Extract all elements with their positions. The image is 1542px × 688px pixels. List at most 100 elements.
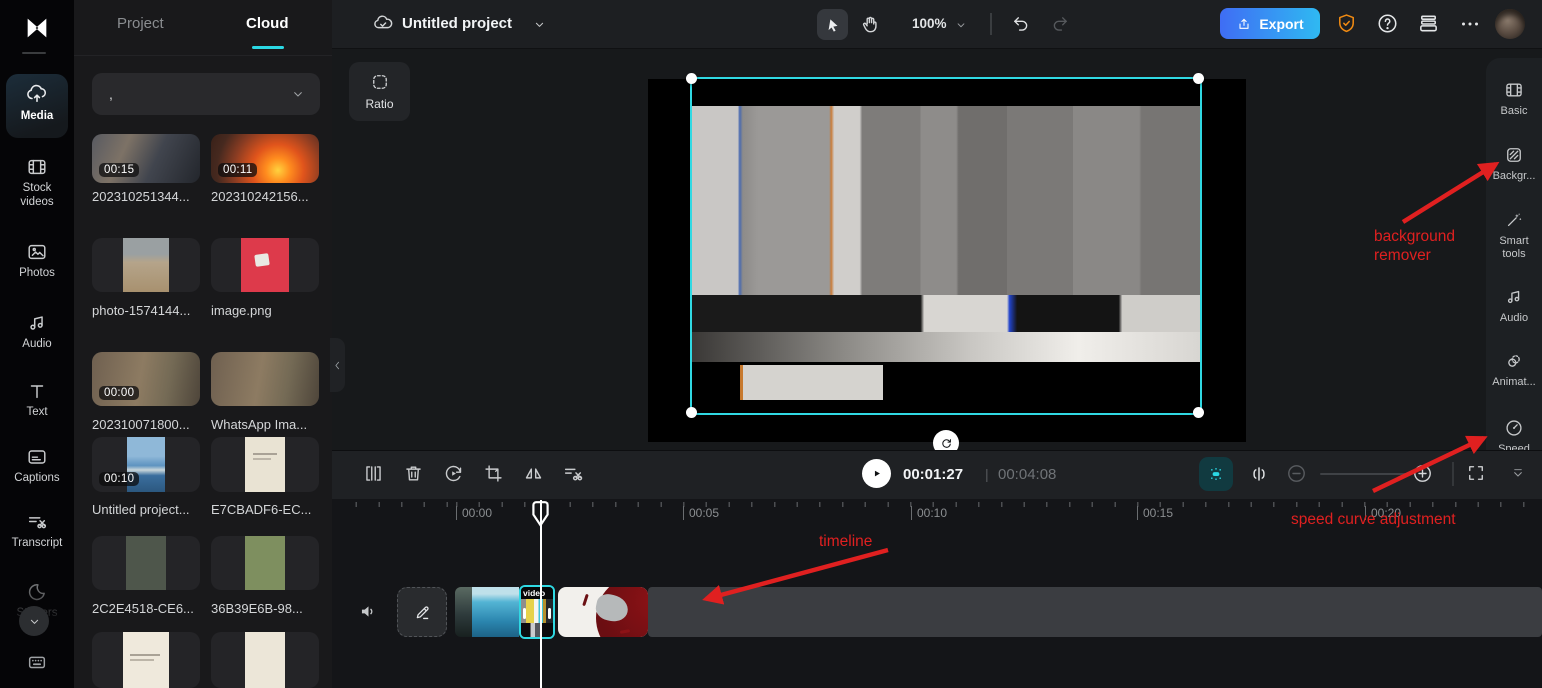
media-item-thumbnail[interactable]: 00:10 [92,437,200,492]
ruler-label: 00:15 [1137,506,1173,520]
project-title[interactable]: Untitled project [402,15,512,32]
thumbnail-image [123,238,169,292]
empty-track[interactable] [648,587,1542,637]
reverse-button[interactable] [443,463,464,484]
ruler-label: 00:00 [456,506,492,520]
sidebar-item-label: Text [26,406,48,418]
crop-icon [485,465,502,482]
thumbnail-image [126,536,166,590]
auto-arrange-toggle[interactable] [1199,457,1233,491]
playhead-marker[interactable] [532,501,549,527]
snap-button[interactable] [1248,463,1270,485]
thumbnail-image [241,238,289,292]
zoom-in-button[interactable] [1412,463,1433,484]
trim-handle-left[interactable] [523,608,526,619]
media-item-thumbnail[interactable] [92,536,200,590]
crop-button[interactable] [483,463,504,484]
media-item-thumbnail[interactable] [211,437,319,492]
chevron-down-icon[interactable] [532,17,547,32]
safety-shield-icon[interactable] [1335,12,1358,35]
selection-handle-tr[interactable] [1193,73,1204,84]
selection-box[interactable] [690,77,1202,415]
media-item-name: 202310071800... [92,417,190,432]
sidebar-item-transcript[interactable]: Transcript [0,511,74,551]
tab-cloud[interactable]: Cloud [246,15,289,32]
media-item-thumbnail[interactable] [211,352,319,406]
panel-divider [74,55,332,56]
media-item-thumbnail[interactable] [211,632,319,688]
timeline-zoom-slider[interactable] [1320,473,1408,475]
redo-button[interactable] [1050,13,1071,34]
split-button[interactable] [363,463,384,484]
clip-mountain[interactable] [455,587,472,637]
tool-smart-tools[interactable]: Smart tools [1486,210,1542,261]
selection-handle-br[interactable] [1193,407,1204,418]
tool-label: Audio [1499,312,1529,324]
cloud-space-dropdown[interactable]: , [92,73,320,115]
zoom-level[interactable]: 100% [912,16,947,31]
media-item-name: E7CBADF6-EC... [211,502,312,517]
dropdown-value: , [109,86,113,102]
workspace-drawer-icon[interactable] [1417,12,1440,35]
media-item-thumbnail[interactable] [92,238,200,292]
media-item-thumbnail[interactable] [211,238,319,292]
media-item-thumbnail[interactable] [211,536,319,590]
ratio-button[interactable]: Ratio [349,62,410,121]
media-item-thumbnail[interactable] [92,632,200,688]
select-tool-button[interactable] [817,9,848,40]
tool-background[interactable]: Backgr... [1486,145,1542,183]
clip-map[interactable] [558,587,648,637]
chevron-down-icon [294,92,302,97]
speedometer-icon [1506,420,1522,436]
mute-track-button[interactable] [358,601,379,622]
hand-icon [862,16,877,33]
sidebar-item-audio[interactable]: Audio [0,312,74,352]
sidebar-item-captions[interactable]: Captions [0,446,74,486]
sidebar-item-photos[interactable]: Photos [0,241,74,281]
clip-ocean[interactable] [472,587,519,637]
tool-animation[interactable]: Animat... [1486,351,1542,389]
more-options-icon[interactable] [1458,12,1482,36]
rotate-icon [941,438,951,448]
clip-selected[interactable]: video [519,585,555,639]
hand-tool-button[interactable] [860,13,881,34]
play-button[interactable] [862,459,891,488]
tool-audio[interactable]: Audio [1486,287,1542,325]
active-tab-underline [252,46,284,49]
duration-badge: 00:15 [99,163,140,177]
media-item-thumbnail[interactable]: 00:00 [92,352,200,406]
music-note-icon [1507,290,1520,304]
tab-project[interactable]: Project [117,15,164,32]
cover-edit-button[interactable] [397,587,447,637]
tool-basic[interactable]: Basic [1486,80,1542,118]
sidebar-item-text[interactable]: Text [0,380,74,420]
zoom-out-button[interactable] [1286,463,1307,484]
sidebar-item-media[interactable]: Media [0,82,74,124]
avatar[interactable] [1495,9,1525,39]
toolbar-divider [990,13,992,35]
chevron-down-icon[interactable] [954,18,968,32]
trim-handle-right[interactable] [548,608,551,619]
mirror-button[interactable] [523,463,544,484]
extract-audio-button[interactable] [562,463,584,485]
selection-handle-tl[interactable] [686,73,697,84]
rail-scroll-down-button[interactable] [19,606,49,636]
plus-circle-icon [1414,465,1431,482]
media-item-thumbnail[interactable]: 00:11 [211,134,319,183]
sidebar-item-stock-videos[interactable]: Stock videos [0,156,74,209]
collapse-preview-button[interactable] [1510,466,1526,482]
keyboard-icon[interactable] [26,651,48,673]
help-icon[interactable] [1376,12,1399,35]
export-button[interactable]: Export [1220,8,1320,39]
delete-button[interactable] [403,463,424,484]
capcut-logo[interactable] [21,12,53,44]
undo-button[interactable] [1010,13,1031,34]
expand-icon [1469,466,1483,480]
playhead-line[interactable] [540,500,542,688]
magic-wand-icon [1507,213,1522,227]
media-item-thumbnail[interactable]: 00:15 [92,134,200,183]
selection-handle-bl[interactable] [686,407,697,418]
media-item-name: 2C2E4518-CE6... [92,601,194,616]
panel-collapse-handle[interactable] [330,338,345,392]
fit-timeline-button[interactable] [1466,463,1486,483]
